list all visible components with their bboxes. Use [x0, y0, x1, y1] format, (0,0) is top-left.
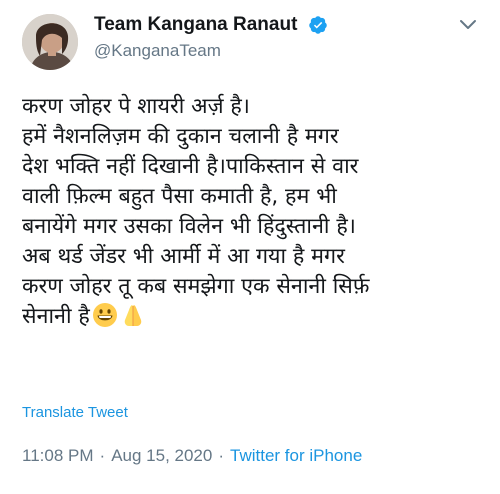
tweet-date[interactable]: Aug 15, 2020: [111, 446, 212, 465]
author-display-name[interactable]: Team Kangana Ranaut: [94, 14, 297, 36]
folded-hands-emoji-icon: [120, 302, 146, 328]
verified-badge-icon: [308, 15, 328, 35]
tweet-time[interactable]: 11:08 PM: [22, 446, 94, 465]
tweet-line-last: सेनानी है: [22, 302, 492, 332]
tweet-line: करण जोहर पे शायरी अर्ज़ है।: [22, 94, 250, 119]
tweet-source-link[interactable]: Twitter for iPhone: [230, 446, 362, 465]
translate-tweet-link[interactable]: Translate Tweet: [22, 404, 128, 421]
avatar[interactable]: [22, 14, 78, 70]
avatar-photo: [22, 14, 78, 70]
grinning-face-emoji-icon: [92, 302, 118, 328]
chevron-down-icon[interactable]: [456, 12, 480, 36]
author-names: Team Kangana Ranaut @KanganaTeam: [94, 14, 328, 61]
tweet-line: अब थर्ड जेंडर भी आर्मी में आ गया है मगर: [22, 244, 345, 269]
tweet-line: सेनानी है: [22, 304, 90, 329]
tweet-line: देश भक्ति नहीं दिखानी है।पाकिस्तान से वा…: [22, 154, 359, 179]
meta-separator: ·: [218, 446, 225, 465]
meta-separator: ·: [99, 446, 106, 465]
tweet-meta: 11:08 PM · Aug 15, 2020 · Twitter for iPhone: [22, 446, 362, 466]
tweet-card: Team Kangana Ranaut @KanganaTeam करण जोह…: [0, 0, 500, 494]
author-handle[interactable]: @KanganaTeam: [94, 41, 328, 61]
tweet-line: करण जोहर तू कब समझेगा एक सेनानी सिर्फ़: [22, 274, 370, 299]
tweet-line: बनायेंगे मगर उसका विलेन भी हिंदुस्तानी ह…: [22, 214, 356, 239]
tweet-header: Team Kangana Ranaut @KanganaTeam: [22, 12, 482, 70]
tweet-line: हमें नैशनलिज़म की दुकान चलानी है मगर: [22, 124, 339, 149]
tweet-text: करण जोहर पे शायरी अर्ज़ है। हमें नैशनलिज…: [22, 92, 492, 332]
tweet-line: वाली फ़िल्म बहुत पैसा कमाती है, हम भी: [22, 184, 337, 209]
